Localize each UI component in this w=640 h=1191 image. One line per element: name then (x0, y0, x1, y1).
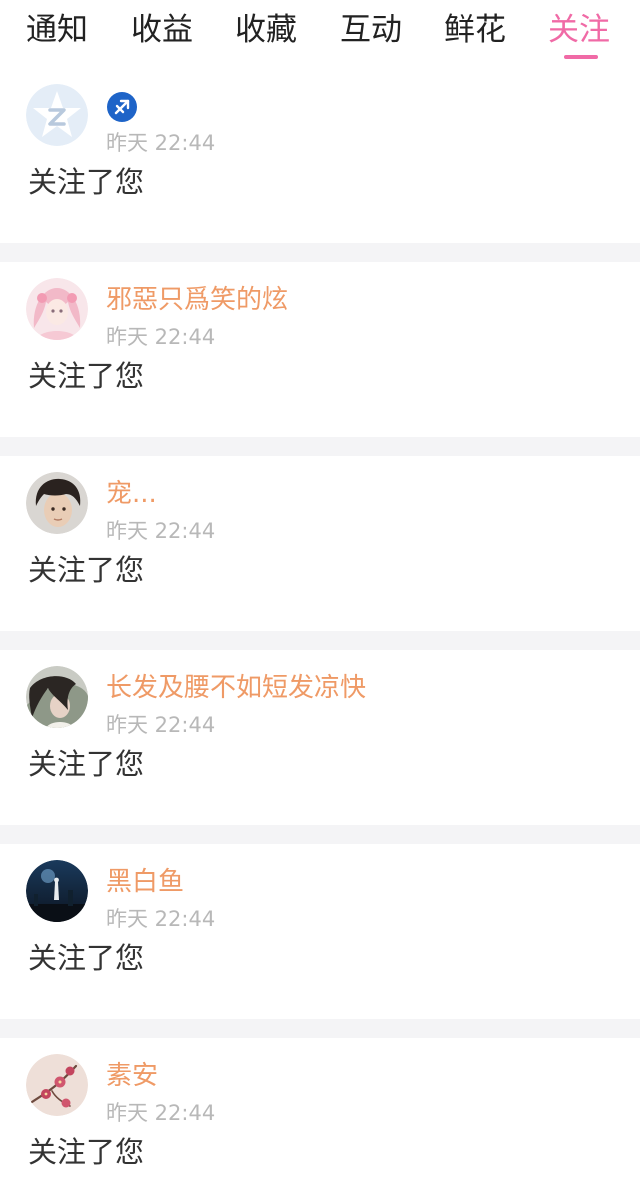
default-avatar[interactable] (26, 84, 88, 146)
notification-time: 昨天 22:44 (106, 713, 216, 737)
notification-time: 昨天 22:44 (106, 519, 216, 543)
follow-notification-item[interactable]: 昨天 22:44 关注了您 (0, 68, 640, 243)
long-hair-girl-avatar[interactable] (26, 666, 88, 728)
plum-blossom-avatar[interactable] (26, 1054, 88, 1116)
username-link[interactable]: 黑白鱼 (106, 864, 184, 900)
notification-time: 昨天 22:44 (106, 325, 216, 349)
notification-action: 关注了您 (28, 1135, 145, 1169)
tab-follows[interactable]: 关注 (548, 8, 610, 52)
notification-time: 昨天 22:44 (106, 1101, 216, 1125)
tab-bar: 通知 收益 收藏 互动 鲜花 关注 (0, 0, 640, 68)
notification-time: 昨天 22:44 (106, 907, 216, 931)
follow-notification-item[interactable]: 黑白鱼 昨天 22:44 关注了您 (0, 844, 640, 1019)
night-scene-avatar[interactable] (26, 860, 88, 922)
anime-girl-avatar[interactable] (26, 278, 88, 340)
notification-action: 关注了您 (28, 941, 145, 975)
username-link[interactable]: 素安 (106, 1058, 158, 1094)
username-link[interactable]: 邪惡只爲笑的炫 (106, 282, 288, 318)
notification-time: 昨天 22:44 (106, 131, 216, 155)
tab-flowers[interactable]: 鲜花 (444, 8, 506, 52)
follow-notification-item[interactable]: 宠... 昨天 22:44 关注了您 (0, 456, 640, 631)
notification-action: 关注了您 (28, 359, 145, 393)
notification-action: 关注了您 (28, 747, 145, 781)
username-link[interactable]: 长发及腰不如短发凉快 (106, 670, 366, 706)
man-portrait-avatar[interactable] (26, 472, 88, 534)
follow-notification-item[interactable]: 素安 昨天 22:44 关注了您 (0, 1038, 640, 1191)
notification-action: 关注了您 (28, 553, 145, 587)
tab-notifications[interactable]: 通知 (26, 8, 88, 52)
tab-earnings[interactable]: 收益 (131, 8, 193, 52)
notification-action: 关注了您 (28, 165, 145, 199)
follow-notification-item[interactable]: 长发及腰不如短发凉快 昨天 22:44 关注了您 (0, 650, 640, 825)
active-tab-indicator (564, 55, 598, 59)
username-link[interactable]: 宠... (106, 476, 157, 512)
tab-interactions[interactable]: 互动 (340, 8, 402, 52)
follow-notification-item[interactable]: 邪惡只爲笑的炫 昨天 22:44 关注了您 (0, 262, 640, 437)
sagittarius-icon (107, 92, 137, 122)
tab-favorites[interactable]: 收藏 (235, 8, 297, 52)
